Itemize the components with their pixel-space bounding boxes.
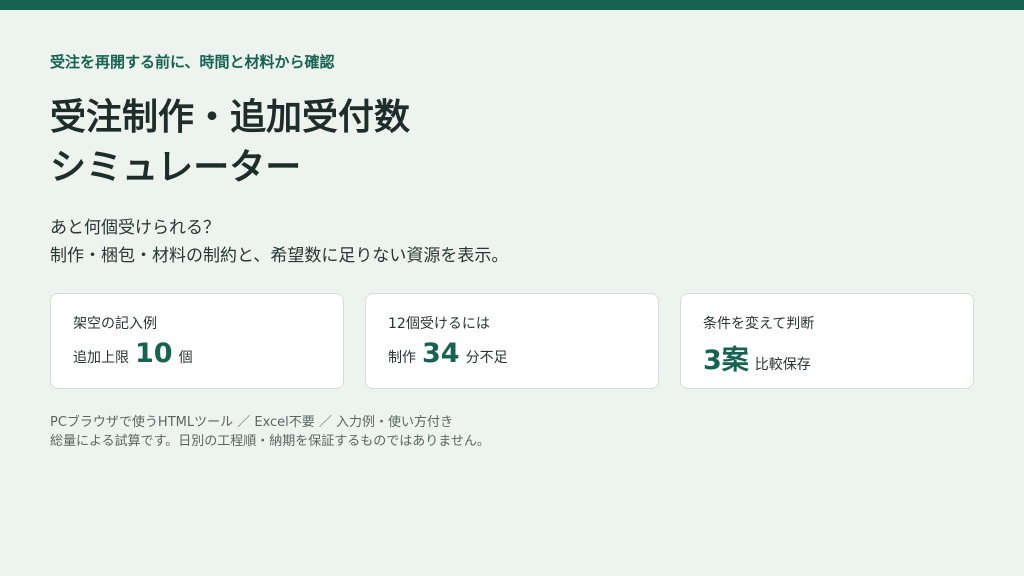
card-example-limit: 架空の記入例 追加上限 10 個 xyxy=(50,293,344,389)
card-prefix: 追加上限 xyxy=(73,350,129,366)
description-line-1: あと何個受けられる？ xyxy=(50,218,220,238)
card-number: 3案 xyxy=(703,345,749,376)
card-number: 34 xyxy=(422,338,460,369)
card-compare-plans: 条件を変えて判断 3案 比較保存 xyxy=(680,293,974,389)
title-line-2: シミュレーター xyxy=(50,147,302,188)
card-label: 条件を変えて判断 xyxy=(703,316,815,332)
footer-notes: PCブラウザで使うHTMLツール ／ Excel不要 ／ 入力例・使い方付き 総… xyxy=(50,413,490,451)
card-prefix: 制作 xyxy=(388,350,416,366)
card-label: 12個受けるには xyxy=(388,316,490,332)
title-line-1: 受注制作・追加受付数 xyxy=(50,97,411,138)
eyebrow-text: 受注を再開する前に、時間と材料から確認 xyxy=(50,53,335,71)
description: あと何個受けられる？ 制作・梱包・材料の制約と、希望数に足りない資源を表示。 xyxy=(50,214,508,270)
card-suffix: 個 xyxy=(178,350,193,366)
card-suffix: 分不足 xyxy=(465,350,508,366)
card-value-row: 3案 比較保存 xyxy=(703,338,811,377)
description-line-2: 制作・梱包・材料の制約と、希望数に足りない資源を表示。 xyxy=(50,246,509,266)
summary-cards: 架空の記入例 追加上限 10 個 12個受けるには 制作 34 分不足 条件を変… xyxy=(50,293,975,389)
page-title: 受注制作・追加受付数 シミュレーター xyxy=(50,93,410,193)
footer-line-1: PCブラウザで使うHTMLツール ／ Excel不要 ／ 入力例・使い方付き xyxy=(50,415,454,430)
card-number: 10 xyxy=(135,338,173,369)
card-shortage: 12個受けるには 制作 34 分不足 xyxy=(365,293,659,389)
card-label: 架空の記入例 xyxy=(73,316,157,332)
card-value-row: 追加上限 10 個 xyxy=(73,338,193,369)
card-value-row: 制作 34 分不足 xyxy=(388,338,508,369)
footer-line-2: 総量による試算です。日別の工程順・納期を保証するものではありません。 xyxy=(50,434,490,449)
card-suffix: 比較保存 xyxy=(754,357,811,373)
top-accent-bar xyxy=(0,0,1024,10)
